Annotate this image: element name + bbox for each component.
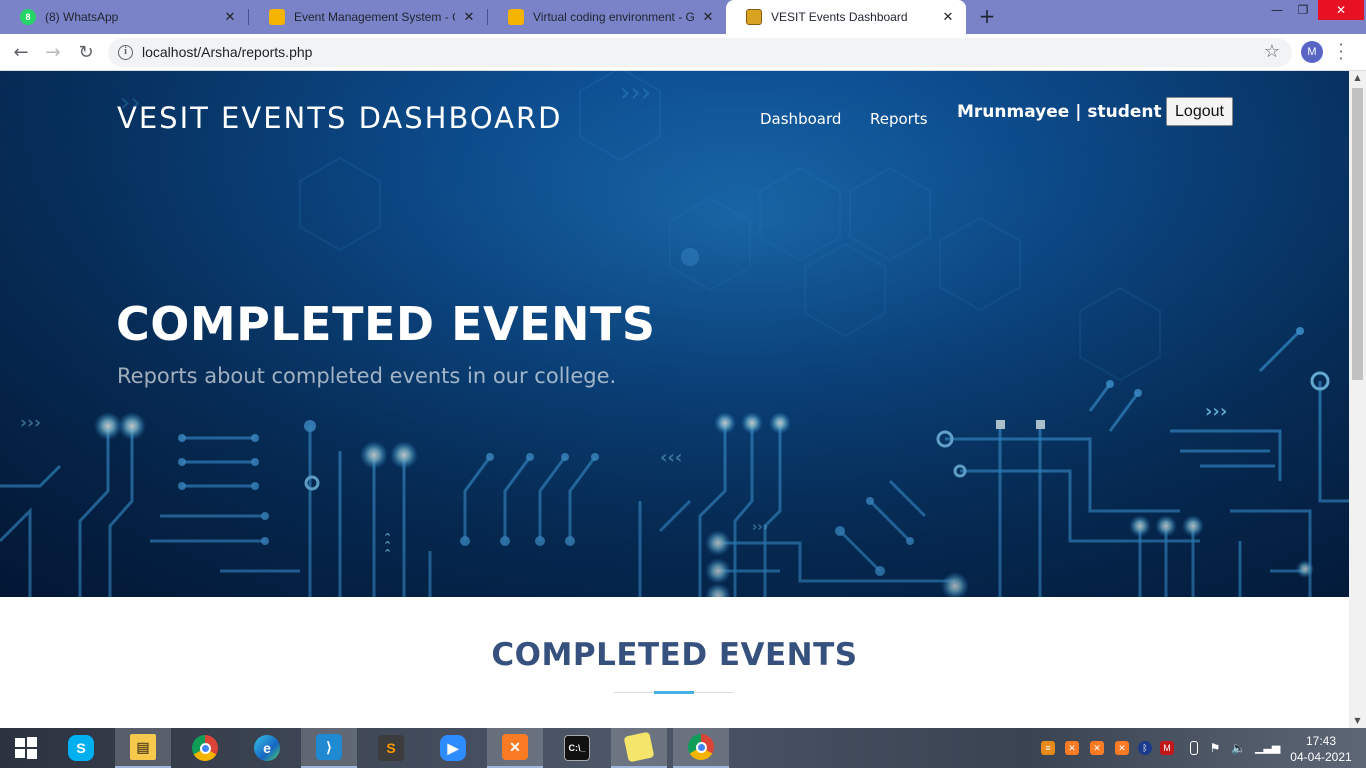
tray-app-icon[interactable]: ≡ [1041,741,1055,755]
file-explorer-icon: ▤ [130,734,156,760]
hero-title: COMPLETED EVENTS [116,297,656,351]
close-icon[interactable]: ✕ [940,9,956,25]
xampp-icon: ✕ [502,734,528,760]
logout-button[interactable]: Logout [1166,97,1233,126]
taskbar-sublime[interactable]: S [363,728,419,768]
site-brand[interactable]: VESIT EVENTS DASHBOARD [117,101,562,135]
taskbar-vscode[interactable]: ⟩ [301,728,357,768]
taskbar-clock[interactable]: 17:43 04-04-2021 [1286,733,1356,765]
taskbar-sticky-notes[interactable] [611,728,667,768]
profile-avatar[interactable]: M [1301,41,1323,63]
google-slides-icon [269,9,285,25]
page-scrollbar[interactable]: ▲ ▼ [1349,71,1366,728]
tab-title: Event Management System - Goo [294,10,455,24]
tab-title: (8) WhatsApp [45,10,119,24]
zoom-icon: ▶ [440,735,466,761]
edge-icon: e [254,735,280,761]
nav-link-reports[interactable]: Reports [870,110,928,128]
url-text[interactable]: localhost/Arsha/reports.php [142,44,312,60]
nav-link-dashboard[interactable]: Dashboard [760,110,841,128]
tab-title: VESIT Events Dashboard [771,10,908,24]
taskbar-skype[interactable]: S [53,728,109,768]
taskbar-xampp[interactable]: ✕ [487,728,543,768]
taskbar-chrome-profile[interactable] [673,728,729,768]
vscode-icon: ⟩ [316,734,342,760]
browser-toolbar: ← → ↻ i localhost/Arsha/reports.php ☆ M … [0,34,1366,71]
clock-time: 17:43 [1305,734,1337,748]
network-icon[interactable]: ▁▃▅ [1255,741,1280,755]
forward-arrow-icon[interactable]: → [41,41,65,65]
reload-icon[interactable]: ↻ [74,41,98,65]
chrome-profile-icon [688,734,714,760]
scroll-down-arrow-icon[interactable]: ▼ [1349,714,1366,728]
section-title: COMPLETED EVENTS [491,637,858,673]
taskbar-chrome[interactable] [177,728,233,768]
start-icon [15,737,37,759]
bluetooth-icon[interactable]: ᛒ [1138,741,1152,755]
taskbar-edge[interactable]: e [239,728,295,768]
browser-menu-icon[interactable]: · · · [1336,37,1346,67]
tab-event-management[interactable]: Event Management System - Goo ✕ [249,0,487,34]
command-prompt-icon: C:\_ [564,735,590,761]
whatsapp-icon: 8 [20,9,36,25]
user-label: Mrunmayee | student [957,102,1162,122]
close-icon[interactable]: ✕ [700,9,716,25]
hero-section: ››› ›› [0,71,1349,597]
info-icon[interactable]: i [118,45,133,60]
window-close-button[interactable]: ✕ [1318,0,1364,20]
tab-virtual-coding[interactable]: Virtual coding environment - Goo ✕ [488,0,726,34]
bookmark-star-icon[interactable]: ☆ [1264,41,1280,62]
new-tab-button[interactable]: + [976,6,998,28]
title-accent-bar [654,691,694,694]
skype-icon: S [68,735,94,761]
mcafee-icon[interactable]: M [1160,741,1174,755]
chrome-icon [192,735,218,761]
scroll-up-arrow-icon[interactable]: ▲ [1349,71,1366,85]
flag-icon[interactable]: ⚑ [1208,741,1222,755]
xampp-tray-icon[interactable]: ✕ [1115,741,1129,755]
sticky-notes-icon [623,731,655,763]
sublime-text-icon: S [378,735,404,761]
clock-date: 04-04-2021 [1290,750,1352,764]
taskbar-file-explorer[interactable]: ▤ [115,728,171,768]
tab-vesit-dashboard[interactable]: VESIT Events Dashboard ✕ [726,0,966,34]
hero-subtitle: Reports about completed events in our co… [117,364,617,388]
tab-whatsapp[interactable]: 8 (8) WhatsApp ✕ [0,0,248,34]
battery-icon[interactable] [1190,741,1198,755]
tab-title: Virtual coding environment - Goo [533,10,694,24]
address-bar[interactable]: i localhost/Arsha/reports.php ☆ [108,38,1292,67]
scrollbar-thumb[interactable] [1352,88,1363,380]
start-button[interactable] [0,728,52,768]
vesit-logo-icon [746,9,762,25]
close-icon[interactable]: ✕ [222,9,238,25]
xampp-tray-icon[interactable]: ✕ [1090,741,1104,755]
back-arrow-icon[interactable]: ← [9,41,33,65]
browser-tab-strip: 8 (8) WhatsApp ✕ Event Management System… [0,0,1366,34]
close-icon[interactable]: ✕ [461,9,477,25]
page-viewport: ››› ›› [0,71,1349,728]
taskbar-cmd[interactable]: C:\_ [549,728,605,768]
volume-icon[interactable]: 🔈 [1231,741,1246,755]
taskbar-zoom[interactable]: ▶ [425,728,481,768]
windows-taskbar: S ▤ e ⟩ S ▶ ✕ C:\_ ≡ ✕ ✕ ✕ ᛒ M ⚑ 🔈 ▁▃▅ 1… [0,728,1366,768]
google-slides-icon [508,9,524,25]
xampp-tray-icon[interactable]: ✕ [1065,741,1079,755]
